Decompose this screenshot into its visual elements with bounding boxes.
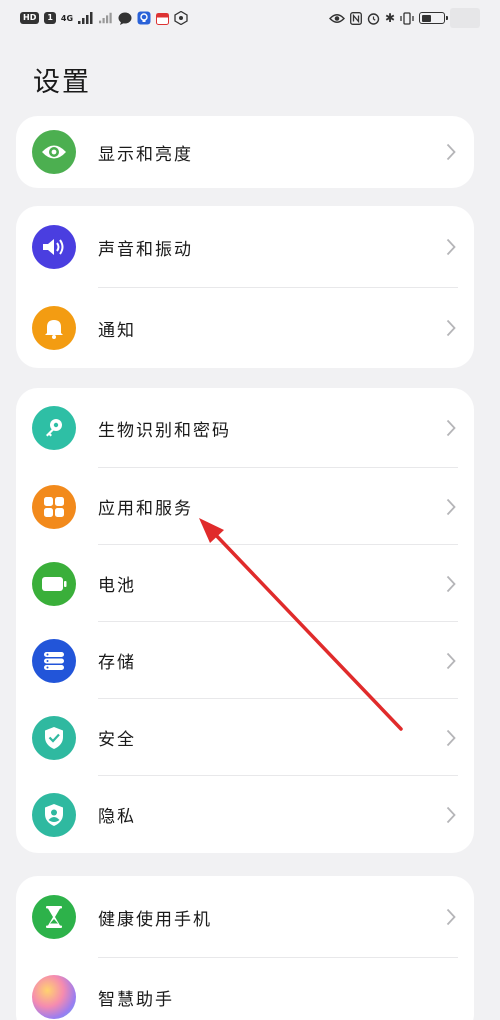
status-bar: HD 1 4G ✱ xyxy=(0,0,500,36)
settings-item-notifications[interactable]: 通知 xyxy=(16,288,474,368)
vibrate-icon xyxy=(400,11,414,25)
settings-item-privacy[interactable]: 隐私 xyxy=(16,776,474,853)
key-icon xyxy=(32,406,76,450)
chevron-right-icon xyxy=(446,729,456,746)
chevron-right-icon xyxy=(446,143,456,161)
settings-item-label: 通知 xyxy=(98,320,136,341)
speaker-icon xyxy=(32,225,76,269)
hexagon-icon xyxy=(174,11,188,25)
settings-item-label: 应用和服务 xyxy=(98,499,193,519)
chevron-right-icon xyxy=(446,908,456,926)
chevron-right-icon xyxy=(446,319,456,337)
apps-grid-icon xyxy=(32,484,76,529)
eye-icon xyxy=(32,130,76,174)
settings-item-label: 电池 xyxy=(98,576,136,596)
settings-item-digital-balance[interactable]: 健康使用手机 xyxy=(16,876,474,958)
settings-item-battery[interactable]: 电池 xyxy=(16,545,474,622)
privacy-shield-icon xyxy=(32,792,76,837)
signal-icon-2 xyxy=(99,12,112,24)
settings-item-label: 健康使用手机 xyxy=(98,909,212,930)
page-title: 设置 xyxy=(33,67,91,98)
settings-item-security[interactable]: 安全 xyxy=(16,699,474,776)
nfc-icon xyxy=(349,11,362,25)
settings-group-wellbeing: 健康使用手机 智慧助手 xyxy=(16,876,474,1020)
hourglass-icon xyxy=(32,895,76,939)
settings-item-apps-services[interactable]: 应用和服务 xyxy=(16,468,474,545)
hd-badge: HD xyxy=(20,12,40,24)
settings-item-sound-vibration[interactable]: 声音和振动 xyxy=(16,206,474,288)
settings-item-biometrics-password[interactable]: 生物识别和密码 xyxy=(16,388,474,468)
chevron-right-icon xyxy=(446,498,456,515)
shield-check-icon xyxy=(32,715,76,760)
status-bar-left: HD 1 4G xyxy=(20,11,188,25)
battery-icon xyxy=(32,561,76,606)
settings-group-display: 显示和亮度 xyxy=(16,116,474,188)
calendar-icon xyxy=(156,12,170,25)
bell-icon xyxy=(32,306,76,350)
settings-item-label: 安全 xyxy=(98,730,136,750)
blurred-area xyxy=(450,8,480,28)
eye-comfort-icon xyxy=(328,13,345,23)
bluetooth-icon: ✱ xyxy=(384,11,395,25)
chevron-right-icon xyxy=(446,238,456,256)
app-notification-icon xyxy=(137,11,151,25)
network-type: 4G xyxy=(60,13,74,23)
settings-item-label: 声音和振动 xyxy=(98,239,193,260)
settings-item-smart-assistant[interactable]: 智慧助手 xyxy=(16,958,474,1020)
battery-indicator xyxy=(419,12,448,24)
chevron-right-icon xyxy=(446,419,456,437)
settings-item-label: 显示和亮度 xyxy=(98,144,193,165)
settings-group-system: 生物识别和密码 应用和服务 电池 存储 安全 隐私 xyxy=(16,388,474,853)
settings-item-storage[interactable]: 存储 xyxy=(16,622,474,699)
assistant-orb-icon xyxy=(32,975,76,1019)
message-icon xyxy=(118,12,132,25)
settings-item-label: 存储 xyxy=(98,653,136,673)
chevron-right-icon xyxy=(446,652,456,669)
chevron-right-icon xyxy=(446,806,456,823)
settings-item-label: 隐私 xyxy=(98,807,136,827)
settings-item-label: 智慧助手 xyxy=(98,989,174,1010)
settings-item-label: 生物识别和密码 xyxy=(98,420,231,441)
chevron-right-icon xyxy=(446,575,456,592)
status-bar-right: ✱ xyxy=(328,8,480,28)
storage-icon xyxy=(32,638,76,683)
alarm-icon xyxy=(367,12,380,25)
sim-badge: 1 xyxy=(44,12,56,24)
signal-icon xyxy=(78,12,93,24)
settings-item-display-brightness[interactable]: 显示和亮度 xyxy=(16,116,474,188)
settings-group-sound: 声音和振动 通知 xyxy=(16,206,474,368)
